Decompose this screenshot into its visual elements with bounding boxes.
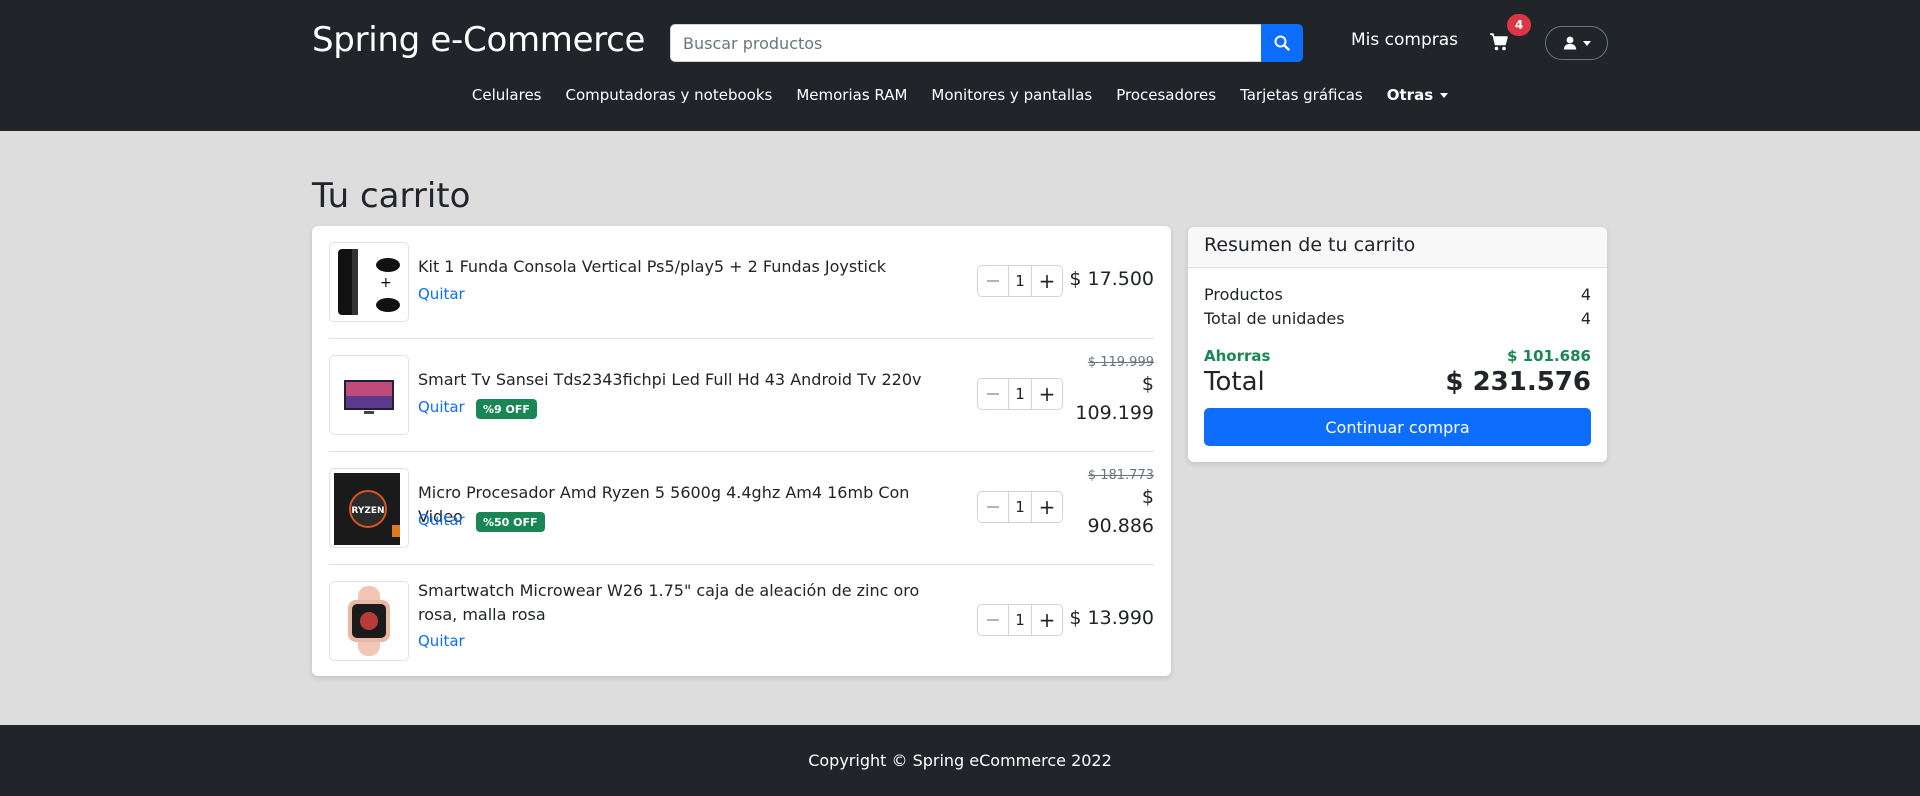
quantity-stepper: 1 + — [977, 378, 1063, 410]
nav-item-computadoras[interactable]: Computadoras y notebooks — [554, 86, 785, 104]
product-image[interactable]: + — [329, 242, 409, 322]
summary-total-row: Total $ 231.576 — [1204, 367, 1591, 397]
mis-compras-link[interactable]: Mis compras — [1351, 30, 1458, 50]
shopping-cart-icon — [1490, 33, 1508, 51]
search-input[interactable] — [670, 24, 1261, 62]
ahorras-label: Ahorras — [1204, 347, 1271, 365]
productos-value: 4 — [1580, 285, 1591, 304]
page-title: Tu carrito — [312, 176, 471, 216]
original-price: $ 181.773 — [1087, 468, 1154, 483]
total-label: Total — [1204, 367, 1265, 397]
product-title[interactable]: Smartwatch Microwear W26 1.75" caja de a… — [418, 579, 958, 627]
svg-text:RYZEN: RYZEN — [351, 506, 384, 516]
nav-item-celulares[interactable]: Celulares — [460, 86, 554, 104]
user-menu-button[interactable] — [1545, 26, 1608, 60]
remove-link[interactable]: Quitar — [418, 511, 465, 529]
increase-button[interactable]: + — [1032, 379, 1062, 409]
decrease-button[interactable] — [978, 492, 1008, 522]
ahorras-value: $ 101.686 — [1507, 347, 1591, 365]
quantity-value: 1 — [1008, 492, 1032, 522]
top-navbar: Spring e-Commerce Mis compras 4 Celulare… — [0, 0, 1920, 131]
original-price: $ 119.999 — [1087, 355, 1154, 370]
remove-link[interactable]: Quitar — [418, 632, 465, 650]
nav-item-memorias-ram[interactable]: Memorias RAM — [784, 86, 919, 104]
category-nav: Celulares Computadoras y notebooks Memor… — [0, 86, 1920, 104]
product-title[interactable]: Kit 1 Funda Consola Vertical Ps5/play5 +… — [418, 255, 958, 279]
minus-icon — [987, 506, 999, 508]
continue-purchase-button[interactable]: Continuar compra — [1204, 408, 1591, 446]
unidades-label: Total de unidades — [1204, 309, 1345, 328]
item-price: $ 90.886 — [1087, 486, 1154, 537]
productos-label: Productos — [1204, 285, 1283, 304]
search-button[interactable] — [1261, 24, 1303, 62]
cart-summary-card: Resumen de tu carrito Productos 4 Total … — [1188, 227, 1607, 462]
discount-badge: %9 OFF — [476, 399, 537, 419]
decrease-button[interactable] — [978, 379, 1008, 409]
summary-productos-row: Productos 4 — [1204, 285, 1591, 304]
cart-item: RYZEN Micro Procesador Amd Ryzen 5 5600g… — [329, 452, 1154, 565]
summary-unidades-row: Total de unidades 4 — [1204, 309, 1591, 328]
item-price-block: $ 119.999 $ 109.199 — [1074, 355, 1154, 428]
unidades-value: 4 — [1580, 309, 1591, 328]
quantity-value: 1 — [1008, 605, 1032, 635]
quantity-value: 1 — [1008, 379, 1032, 409]
minus-icon — [987, 619, 999, 621]
chevron-down-icon — [1582, 40, 1591, 46]
decrease-button[interactable] — [978, 266, 1008, 296]
footer: Copyright © Spring eCommerce 2022 — [0, 725, 1920, 796]
cart-item: + Kit 1 Funda Consola Vertical Ps5/play5… — [329, 226, 1154, 339]
summary-ahorras-row: Ahorras $ 101.686 — [1204, 347, 1591, 365]
item-price: $ 13.990 — [1069, 607, 1154, 629]
decrease-button[interactable] — [978, 605, 1008, 635]
plus-icon: + — [1038, 382, 1056, 406]
increase-button[interactable]: + — [1032, 605, 1062, 635]
summary-title: Resumen de tu carrito — [1188, 227, 1607, 268]
user-icon — [1563, 36, 1576, 50]
footer-copyright: Copyright © Spring eCommerce 2022 — [808, 751, 1112, 770]
remove-link[interactable]: Quitar — [418, 285, 465, 303]
minus-icon — [987, 393, 999, 395]
plus-icon: + — [1038, 608, 1056, 632]
quantity-stepper: 1 + — [977, 265, 1063, 297]
plus-icon: + — [1038, 269, 1056, 293]
increase-button[interactable]: + — [1032, 266, 1062, 296]
item-price: $ 17.500 — [1069, 268, 1154, 290]
brand-logo[interactable]: Spring e-Commerce — [312, 20, 645, 60]
svg-text:+: + — [380, 275, 392, 291]
chevron-down-icon — [1440, 92, 1449, 98]
cart-item: Smartwatch Microwear W26 1.75" caja de a… — [329, 565, 1154, 678]
remove-link[interactable]: Quitar — [418, 398, 465, 416]
quantity-stepper: 1 + — [977, 491, 1063, 523]
total-value: $ 231.576 — [1445, 367, 1591, 397]
cart-item: Smart Tv Sansei Tds2343fichpi Led Full H… — [329, 339, 1154, 452]
cart-count-badge: 4 — [1507, 14, 1531, 36]
item-price-block: $ 181.773 $ 90.886 — [1074, 468, 1154, 541]
discount-badge: %50 OFF — [476, 512, 545, 532]
nav-item-tarjetas-graficas[interactable]: Tarjetas gráficas — [1228, 86, 1375, 104]
quantity-value: 1 — [1008, 266, 1032, 296]
plus-icon: + — [1038, 495, 1056, 519]
cart-items-card: + Kit 1 Funda Consola Vertical Ps5/play5… — [312, 226, 1171, 676]
product-image[interactable] — [329, 355, 409, 435]
product-image[interactable]: RYZEN — [329, 468, 409, 548]
item-price: $ 109.199 — [1075, 373, 1154, 424]
nav-dropdown-label: Otras — [1386, 86, 1434, 104]
cart-button[interactable] — [1487, 30, 1511, 54]
minus-icon — [987, 280, 999, 282]
nav-item-monitores[interactable]: Monitores y pantallas — [919, 86, 1104, 104]
search-form — [670, 24, 1303, 62]
product-image[interactable] — [329, 581, 409, 661]
increase-button[interactable]: + — [1032, 492, 1062, 522]
product-title[interactable]: Smart Tv Sansei Tds2343fichpi Led Full H… — [418, 368, 958, 392]
quantity-stepper: 1 + — [977, 604, 1063, 636]
search-icon — [1274, 35, 1290, 51]
nav-dropdown-otras[interactable]: Otras — [1375, 86, 1460, 104]
nav-item-procesadores[interactable]: Procesadores — [1104, 86, 1228, 104]
